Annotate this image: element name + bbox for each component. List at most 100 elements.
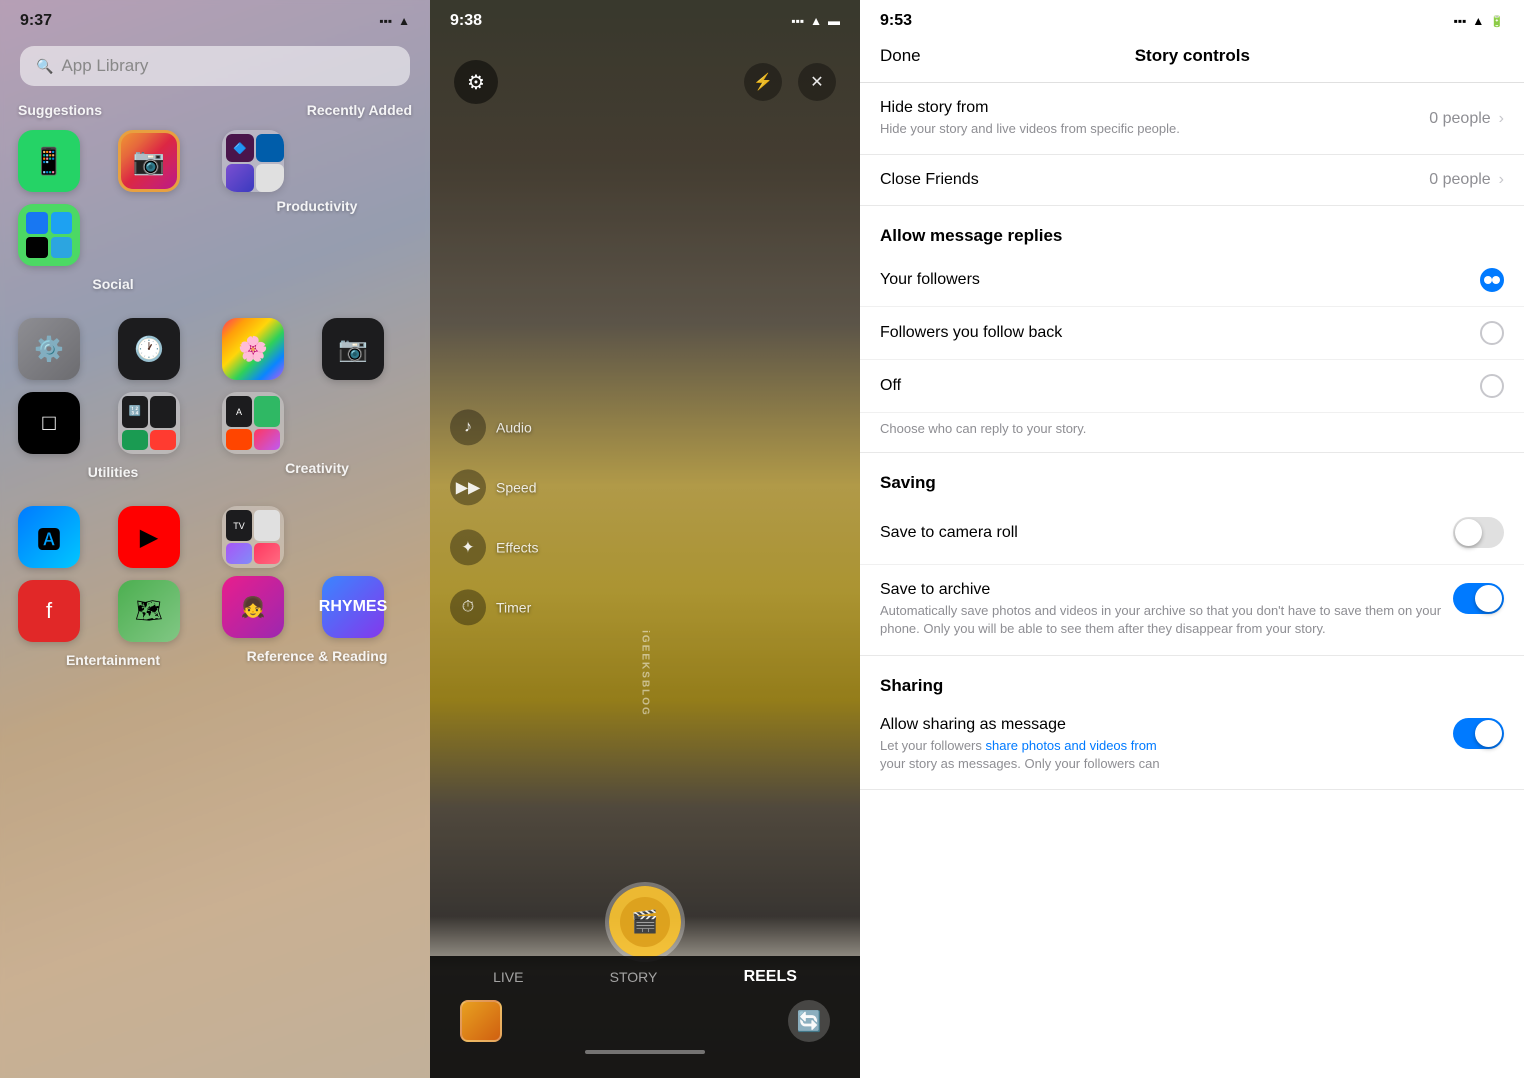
mode-reels[interactable]: REELS <box>744 968 797 986</box>
maps-icon[interactable]: 🗺 <box>118 580 180 642</box>
close-friends-left: Close Friends <box>880 171 1429 189</box>
radio-followers-circle[interactable] <box>1480 268 1504 292</box>
hide-story-chevron: › <box>1499 110 1504 128</box>
flipboard-icon[interactable]: f <box>18 580 80 642</box>
allow-replies-section: Allow message replies Your followers Fol… <box>860 206 1524 453</box>
mode-story[interactable]: STORY <box>610 969 658 985</box>
close-friends-row[interactable]: Close Friends 0 people › <box>860 155 1524 205</box>
save-camera-roll-row: Save to camera roll <box>860 501 1524 565</box>
signal-icon-1: ▪▪▪ <box>379 14 392 28</box>
appstore-icon[interactable]: 🅰 <box>18 506 80 568</box>
search-icon: 🔍 <box>36 58 53 75</box>
radio-follow-back-circle[interactable] <box>1480 321 1504 345</box>
utilities-row: ⚙️ 🕐 □ 🔢 Utilities <box>18 318 412 488</box>
close-friends-chevron: › <box>1499 171 1504 189</box>
status-icons-2: ▪▪▪ ▲ ▬ <box>791 14 840 28</box>
save-archive-toggle[interactable] <box>1453 583 1504 614</box>
save-archive-row: Save to archive Automatically save photo… <box>860 565 1524 654</box>
placeholder-icon <box>118 204 180 266</box>
utils-folder[interactable]: 🔢 <box>118 392 180 454</box>
toggle-knob-camera-roll <box>1455 519 1482 546</box>
camera-top-right: ⚡ ✕ <box>744 60 836 104</box>
timer-control[interactable]: ⏱ Timer <box>450 589 539 625</box>
whatsapp-icon[interactable]: 📱 <box>18 130 80 192</box>
entertainment-group: 🅰 ▶ f 🗺 Entertainment <box>18 506 208 676</box>
mode-live[interactable]: LIVE <box>493 969 523 985</box>
camera-bottom-bar: LIVE STORY REELS 🔄 <box>430 956 860 1078</box>
creativity-folder[interactable]: A <box>222 392 284 454</box>
shutter-inner: 🎬 <box>620 897 670 947</box>
story-controls-title: Story controls <box>1135 46 1250 66</box>
radio-your-followers[interactable]: Your followers <box>860 254 1524 307</box>
radio-off-circle[interactable] <box>1480 374 1504 398</box>
save-archive-left: Save to archive Automatically save photo… <box>880 581 1453 638</box>
recently-added-label: Recently Added <box>307 102 412 118</box>
flip-camera-button[interactable]: 🔄 <box>788 1000 830 1042</box>
panel-app-library: 9:37 ▪▪▪ ▲ 🔍 App Library Suggestions Rec… <box>0 0 430 1078</box>
hide-story-left: Hide story from Hide your story and live… <box>880 99 1429 138</box>
save-camera-roll-toggle[interactable] <box>1453 517 1504 548</box>
allow-sharing-toggle[interactable] <box>1453 718 1504 749</box>
youtube-icon[interactable]: ▶ <box>118 506 180 568</box>
sharing-section: Sharing Allow sharing as message Let you… <box>860 656 1524 790</box>
status-icons-3: ▪▪▪ ▲ 🔋 <box>1454 14 1504 28</box>
messages-icon[interactable] <box>18 204 80 266</box>
radio-followers-follow-back[interactable]: Followers you follow back <box>860 307 1524 360</box>
entertainment-label: Entertainment <box>18 652 208 668</box>
productivity-folder[interactable]: 🔷 <box>222 130 284 192</box>
hide-story-row[interactable]: Hide story from Hide your story and live… <box>860 83 1524 154</box>
close-friends-title: Close Friends <box>880 171 1429 189</box>
reels-icon: 🎬 <box>631 909 658 935</box>
character-app-icon[interactable]: 👧 <box>222 576 284 638</box>
shutter-area: 🎬 <box>609 886 681 958</box>
other-mini-1 <box>226 164 254 192</box>
save-camera-roll-title: Save to camera roll <box>880 524 1453 542</box>
search-bar[interactable]: 🔍 App Library <box>20 46 410 86</box>
slack-mini: 🔷 <box>226 134 254 162</box>
settings-button[interactable]: ⚙ <box>454 60 498 104</box>
empty-slot-2 <box>322 506 384 568</box>
close-button[interactable]: ✕ <box>798 63 836 101</box>
social-group: 📱 📷 Social <box>18 130 208 300</box>
allow-sharing-toggle-wrap <box>1453 718 1504 749</box>
yono-mini <box>256 134 284 162</box>
done-button[interactable]: Done <box>880 46 921 66</box>
hide-story-section: Hide story from Hide your story and live… <box>860 83 1524 155</box>
close-friends-right: 0 people › <box>1429 171 1504 189</box>
rhymes-icon[interactable]: RHYMES <box>322 576 384 638</box>
photos-icon[interactable]: 🌸 <box>222 318 284 380</box>
app-sections: Suggestions Recently Added 📱 📷 <box>0 102 430 676</box>
wifi-icon-1: ▲ <box>398 14 410 28</box>
flash-button[interactable]: ⚡ <box>744 63 782 101</box>
camera-mode-tabs: LIVE STORY REELS <box>450 968 840 986</box>
clock-icon[interactable]: 🕐 <box>118 318 180 380</box>
section-labels-row: Suggestions Recently Added <box>18 102 412 126</box>
audio-control[interactable]: ♪ Audio <box>450 409 539 445</box>
settings-icon[interactable]: ⚙️ <box>18 318 80 380</box>
entertainment-folder[interactable]: TV <box>222 506 284 568</box>
sharing-header: Sharing <box>860 656 1524 704</box>
battery-icon-3: 🔋 <box>1490 15 1504 28</box>
wifi-icon-3: ▲ <box>1472 14 1484 28</box>
files-icon[interactable]: □ <box>18 392 80 454</box>
radio-off-label: Off <box>880 377 901 395</box>
timer-icon: ⏱ <box>450 589 486 625</box>
reference-label: Reference & Reading <box>222 648 412 664</box>
empty-slot <box>322 392 384 454</box>
instagram-icon[interactable]: 📷 <box>118 130 180 192</box>
save-archive-toggle-wrap <box>1453 583 1504 614</box>
camera-controls-left: ♪ Audio ▶▶ Speed ✦ Effects ⏱ Timer <box>450 409 539 625</box>
productivity-label: Productivity <box>222 198 412 214</box>
watermark: iGEEKSBLOG <box>640 631 651 718</box>
speed-control[interactable]: ▶▶ Speed <box>450 469 539 505</box>
effects-control[interactable]: ✦ Effects <box>450 529 539 565</box>
sharing-link: share photos and videos from <box>986 738 1157 753</box>
radio-off[interactable]: Off <box>860 360 1524 413</box>
shutter-button[interactable]: 🎬 <box>609 886 681 958</box>
save-archive-title: Save to archive <box>880 581 1453 599</box>
toggle-knob-archive <box>1475 585 1502 612</box>
creativity-group: 🌸 📷 A Creativity <box>222 318 412 488</box>
gallery-thumbnail[interactable] <box>460 1000 502 1042</box>
radio-followers-label: Your followers <box>880 271 980 289</box>
camera-icon[interactable]: 📷 <box>322 318 384 380</box>
